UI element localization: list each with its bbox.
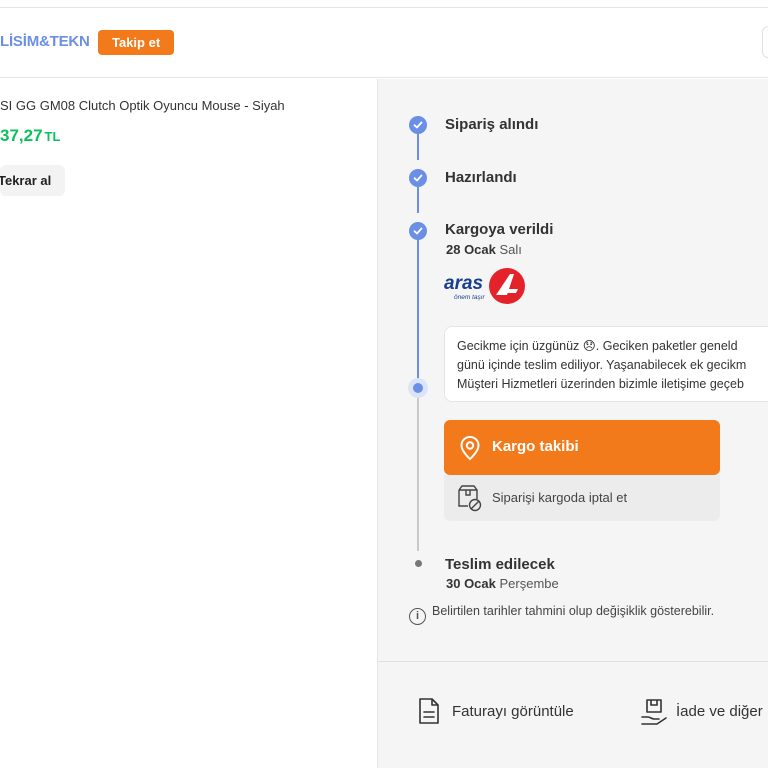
delay-notice: Gecikme için üzgünüz 😞. Geciken paketler… bbox=[444, 326, 768, 402]
cancel-in-cargo-label: Siparişi kargoda iptal et bbox=[492, 490, 628, 505]
check-circle-icon bbox=[409, 116, 427, 134]
return-hand-icon bbox=[641, 699, 667, 725]
return-and-other-label: İade ve diğer bbox=[676, 703, 763, 720]
check-circle-icon bbox=[409, 169, 427, 187]
product-price: 37,27 TL bbox=[0, 126, 60, 146]
step-date-delivery: 30 Ocak Perşembe bbox=[446, 576, 559, 591]
disclaimer-text: Belirtilen tarihler tahmini olup değişik… bbox=[432, 604, 715, 618]
box-cancel-icon bbox=[458, 485, 482, 512]
info-icon: i bbox=[409, 608, 426, 625]
aras-logo-tagline: önem taşır bbox=[454, 294, 486, 301]
section-divider bbox=[378, 661, 768, 662]
view-invoice-label: Faturayı görüntüle bbox=[452, 703, 574, 720]
date-disclaimer: i Belirtilen tarihler tahmini olup değişi… bbox=[409, 604, 714, 625]
product-panel: SI GG GM08 Clutch Optik Oyuncu Mouse - S… bbox=[0, 79, 377, 768]
price-value: 37,27 bbox=[0, 126, 43, 145]
header-edge-button[interactable] bbox=[762, 26, 768, 58]
pending-step-dot bbox=[415, 560, 422, 567]
notice-line: Gecikme için üzgünüz 😞. Geciken paketler… bbox=[457, 339, 738, 353]
notice-line: günü içinde teslim ediliyor. Yaşanabilec… bbox=[457, 358, 747, 372]
aras-cargo-logo: aras önem taşır bbox=[444, 267, 528, 309]
location-pin-icon bbox=[460, 435, 480, 461]
cargo-tracking-button[interactable]: Kargo takibi bbox=[444, 420, 720, 475]
order-tracking-panel: Sipariş alındı Hazırlandı Kargoya verild… bbox=[377, 79, 768, 768]
shipped-date: 28 Ocak bbox=[446, 242, 496, 257]
timeline-connector bbox=[417, 239, 419, 389]
document-icon bbox=[419, 698, 439, 724]
notice-line: Müşteri Hizmetleri üzerinden bizimle ile… bbox=[457, 377, 744, 391]
timeline-connector bbox=[417, 134, 419, 160]
check-circle-icon bbox=[409, 222, 427, 240]
follow-button[interactable]: Takip et bbox=[98, 30, 175, 55]
timeline-connector bbox=[417, 187, 419, 213]
step-title-order-received: Sipariş alındı bbox=[445, 116, 539, 133]
step-date-shipped: 28 Ocak Salı bbox=[446, 242, 522, 257]
step-title-to-be-delivered: Teslim edilecek bbox=[445, 556, 555, 573]
current-step-dot bbox=[408, 378, 428, 398]
delivery-date: 30 Ocak bbox=[446, 576, 496, 591]
delivery-day: Perşembe bbox=[499, 576, 559, 591]
timeline-connector-pending bbox=[417, 397, 419, 551]
store-header: LİSİM&TEKN Takip et bbox=[0, 9, 768, 78]
step-title-shipped: Kargoya verildi bbox=[445, 221, 554, 238]
cargo-tracking-label: Kargo takibi bbox=[492, 438, 579, 455]
product-name[interactable]: SI GG GM08 Clutch Optik Oyuncu Mouse - S… bbox=[0, 98, 285, 113]
store-name[interactable]: LİSİM&TEKN bbox=[0, 33, 90, 50]
top-edge bbox=[0, 0, 768, 8]
shipped-day: Salı bbox=[499, 242, 522, 257]
step-title-prepared: Hazırlandı bbox=[445, 169, 517, 186]
aras-logo-text: aras bbox=[444, 273, 483, 294]
cancel-in-cargo-button[interactable]: Siparişi kargoda iptal et bbox=[444, 475, 720, 521]
price-currency: TL bbox=[44, 129, 61, 144]
rebuy-button[interactable]: Tekrar al bbox=[0, 165, 65, 196]
